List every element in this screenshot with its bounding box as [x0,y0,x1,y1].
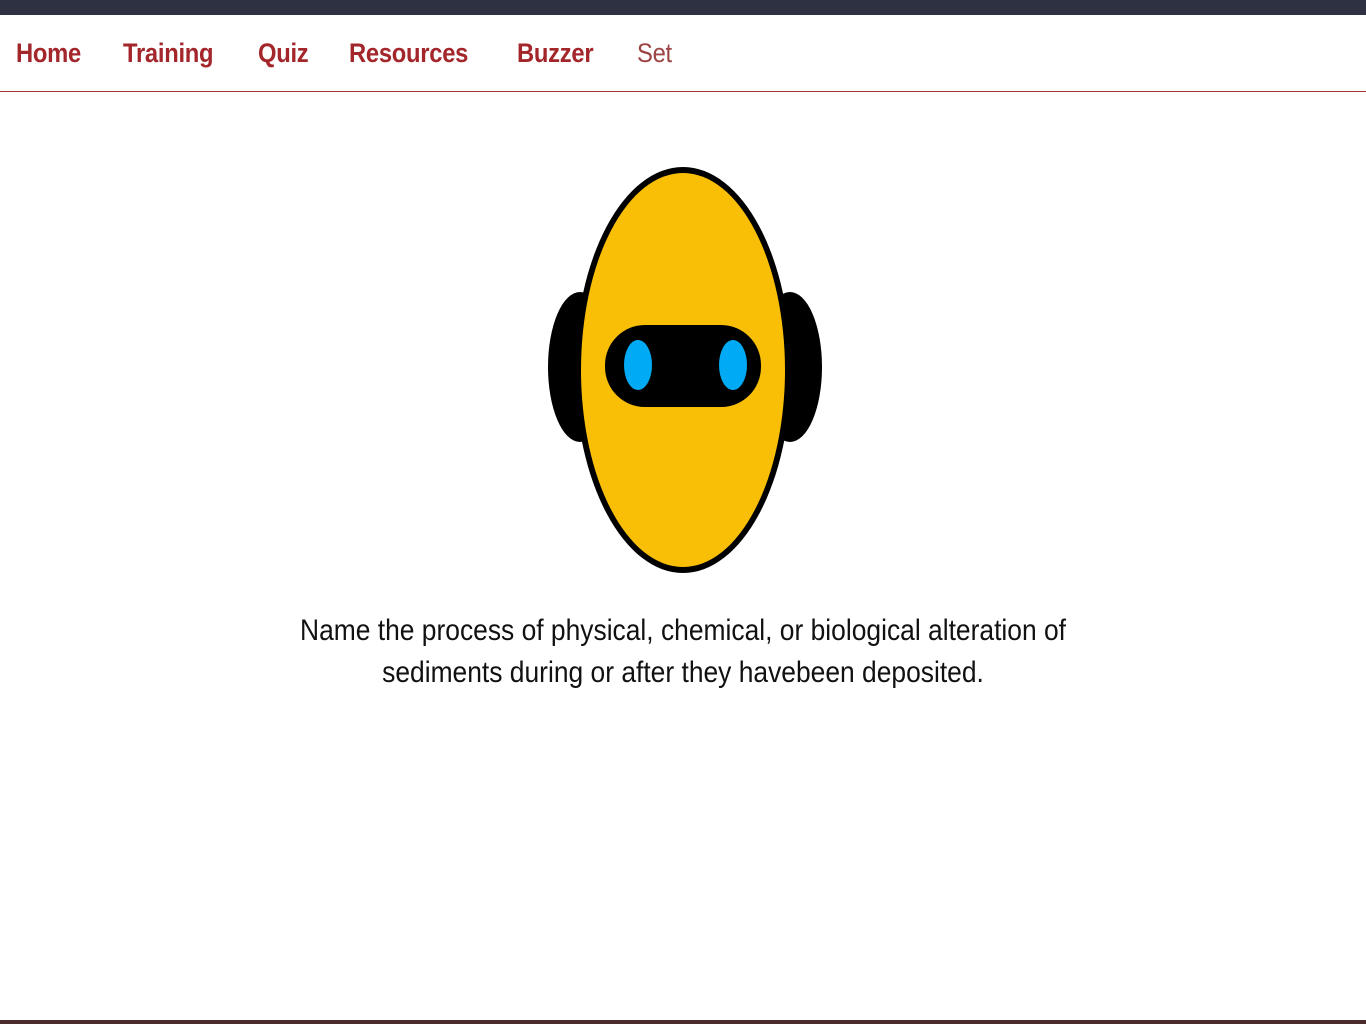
nav-buzzer-link[interactable]: Buzzer [517,38,594,69]
nav-quiz-link[interactable]: Quiz [258,38,309,69]
bottom-bar [0,1020,1366,1024]
nav-training-link[interactable]: Training [123,38,214,69]
robot-left-eye [624,340,652,390]
top-bar [0,0,1366,15]
question-text: Name the process of physical, chemical, … [300,614,1066,689]
robot-head-icon [548,167,822,573]
nav-home-link[interactable]: Home [16,38,81,69]
nav-resources-link[interactable]: Resources [349,38,468,69]
robot-right-eye [719,340,747,390]
main-navbar: Home Training Quiz Resources Buzzer Set [0,15,1366,92]
nav-set-link[interactable]: Set [637,38,672,69]
